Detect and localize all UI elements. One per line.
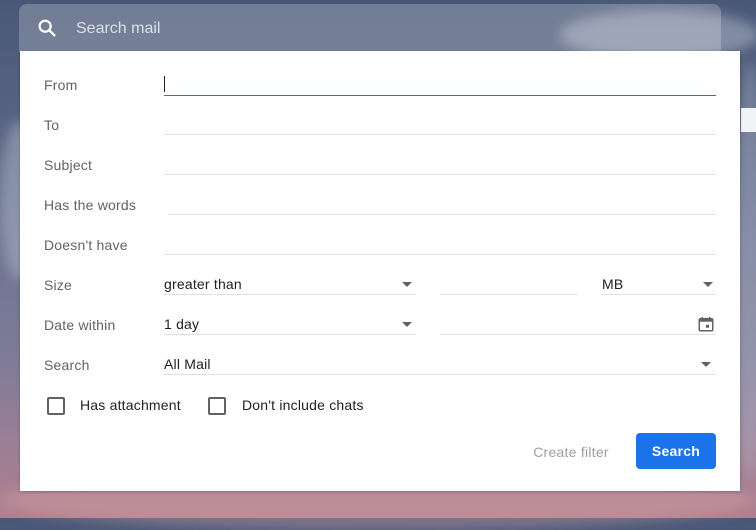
to-label: To [44,117,60,133]
dropdown-arrow-icon [703,282,713,287]
search-button[interactable]: Search [636,433,716,469]
date-within-select[interactable]: 1 day [164,314,416,335]
size-operator-select[interactable]: greater than [164,274,416,295]
search-icon[interactable] [36,17,58,39]
size-unit-select[interactable]: MB [602,274,716,295]
dropdown-arrow-icon [701,362,711,367]
dont-include-chats-label[interactable]: Don't include chats [242,397,364,413]
has-attachment-label[interactable]: Has attachment [80,397,181,413]
create-filter-button[interactable]: Create filter [524,435,618,469]
calendar-icon[interactable] [697,315,715,333]
background-panel-edge [741,108,756,132]
from-label: From [44,77,78,93]
search-scope-label: Search [44,357,90,373]
search-bar[interactable]: Search mail [19,4,721,52]
subject-field[interactable] [164,154,716,175]
size-unit-value: MB [602,276,624,292]
dont-include-chats-checkbox[interactable] [208,397,226,415]
date-field[interactable] [440,314,716,335]
size-operator-value: greater than [164,276,242,292]
search-scope-value: All Mail [164,356,211,372]
has-words-field[interactable] [168,194,716,215]
advanced-search-panel: From To Subject Has the words Doesn't ha… [20,51,740,491]
size-label: Size [44,277,73,293]
doesnt-have-label: Doesn't have [44,237,128,253]
size-value-field[interactable] [440,274,578,295]
to-field[interactable] [164,114,716,135]
doesnt-have-field[interactable] [164,234,716,255]
has-words-label: Has the words [44,197,137,213]
dropdown-arrow-icon [402,322,412,327]
has-attachment-checkbox[interactable] [47,397,65,415]
dropdown-arrow-icon [402,282,412,287]
search-input[interactable]: Search mail [76,20,160,38]
text-caret [164,76,165,92]
date-within-value: 1 day [164,316,200,332]
from-field[interactable] [164,75,716,96]
date-within-label: Date within [44,317,116,333]
subject-label: Subject [44,157,93,173]
search-scope-select[interactable]: All Mail [164,354,716,375]
